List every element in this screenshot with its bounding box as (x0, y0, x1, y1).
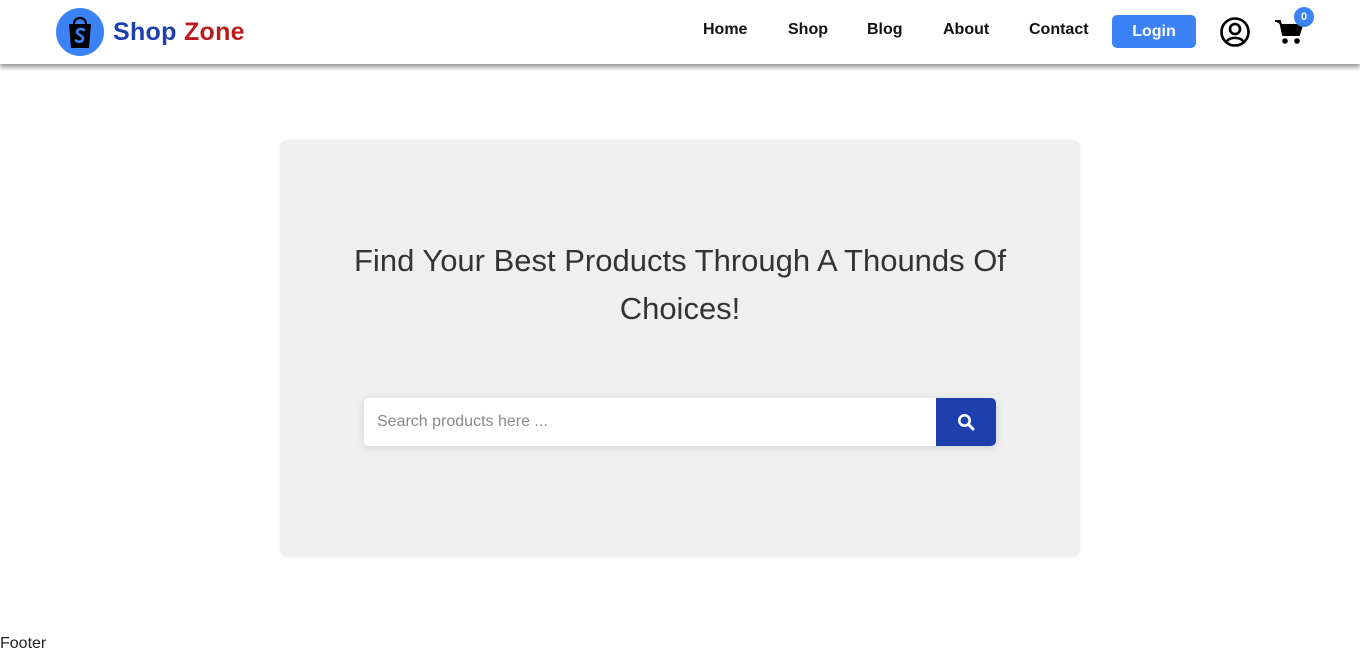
site-header: Shop Zone Home Shop Blog About Contact L… (0, 0, 1360, 64)
search-bar (364, 398, 996, 446)
user-circle-icon[interactable] (1219, 16, 1251, 48)
nav-contact[interactable]: Contact (1029, 21, 1089, 39)
nav-home[interactable]: Home (703, 21, 747, 39)
search-input[interactable] (364, 398, 936, 446)
hero-title: Find Your Best Products Through A Thound… (354, 243, 1006, 326)
login-button[interactable]: Login (1112, 15, 1196, 48)
search-button[interactable] (936, 398, 996, 446)
cart-count-badge: 0 (1294, 7, 1314, 27)
hero-card: Find Your Best Products Through A Thound… (280, 140, 1080, 556)
search-icon (958, 414, 975, 431)
nav-shop[interactable]: Shop (788, 21, 828, 39)
nav-blog[interactable]: Blog (867, 21, 903, 39)
nav-about[interactable]: About (943, 21, 989, 39)
footer: Footer (0, 635, 47, 652)
